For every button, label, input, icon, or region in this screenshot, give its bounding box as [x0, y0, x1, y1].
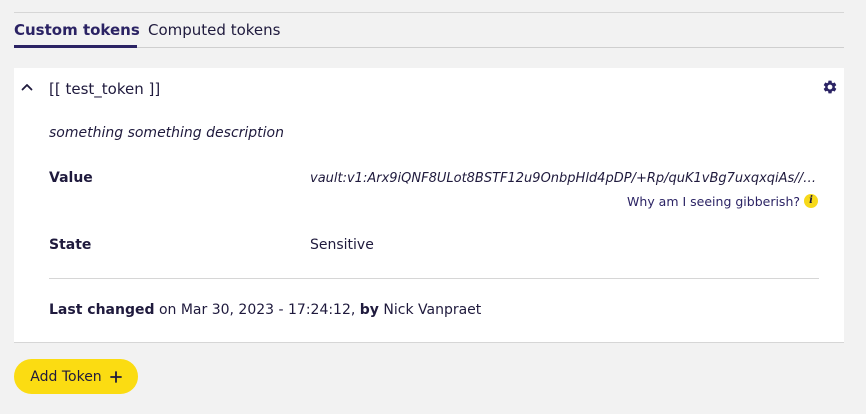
plus-icon [109, 370, 122, 383]
add-token-button[interactable]: Add Token [14, 359, 138, 394]
token-name: [[ test_token ]] [49, 80, 161, 98]
gear-icon[interactable] [822, 79, 838, 95]
last-changed-author: Nick Vanpraet [378, 302, 482, 318]
tab-computed-tokens[interactable]: Computed tokens [148, 21, 280, 39]
info-icon[interactable]: i [804, 194, 818, 208]
add-token-label: Add Token [30, 368, 102, 385]
token-description: something something description [49, 125, 284, 141]
chevron-up-icon[interactable] [20, 80, 34, 94]
tab-custom-tokens[interactable]: Custom tokens [14, 21, 140, 48]
gibberish-link-text: Why am I seeing gibberish? [627, 193, 800, 209]
token-value: vault:v1:Arx9iQNF8ULot8BSTF12u9OnbpHld4p… [310, 171, 817, 186]
by-label: by [359, 302, 379, 318]
token-card: [[ test_token ]] something something des… [14, 68, 844, 343]
state-value: Sensitive [310, 237, 374, 253]
state-label: State [49, 237, 92, 253]
last-changed-date: on Mar 30, 2023 - 17:24:12, [154, 302, 360, 318]
last-changed-info: Last changed on Mar 30, 2023 - 17:24:12,… [49, 302, 481, 319]
card-divider [49, 278, 819, 279]
last-changed-label: Last changed [49, 302, 155, 318]
value-label: Value [49, 170, 93, 186]
token-tabs: Custom tokens Computed tokens [14, 13, 844, 48]
gibberish-help-link[interactable]: Why am I seeing gibberish? i [627, 192, 818, 210]
